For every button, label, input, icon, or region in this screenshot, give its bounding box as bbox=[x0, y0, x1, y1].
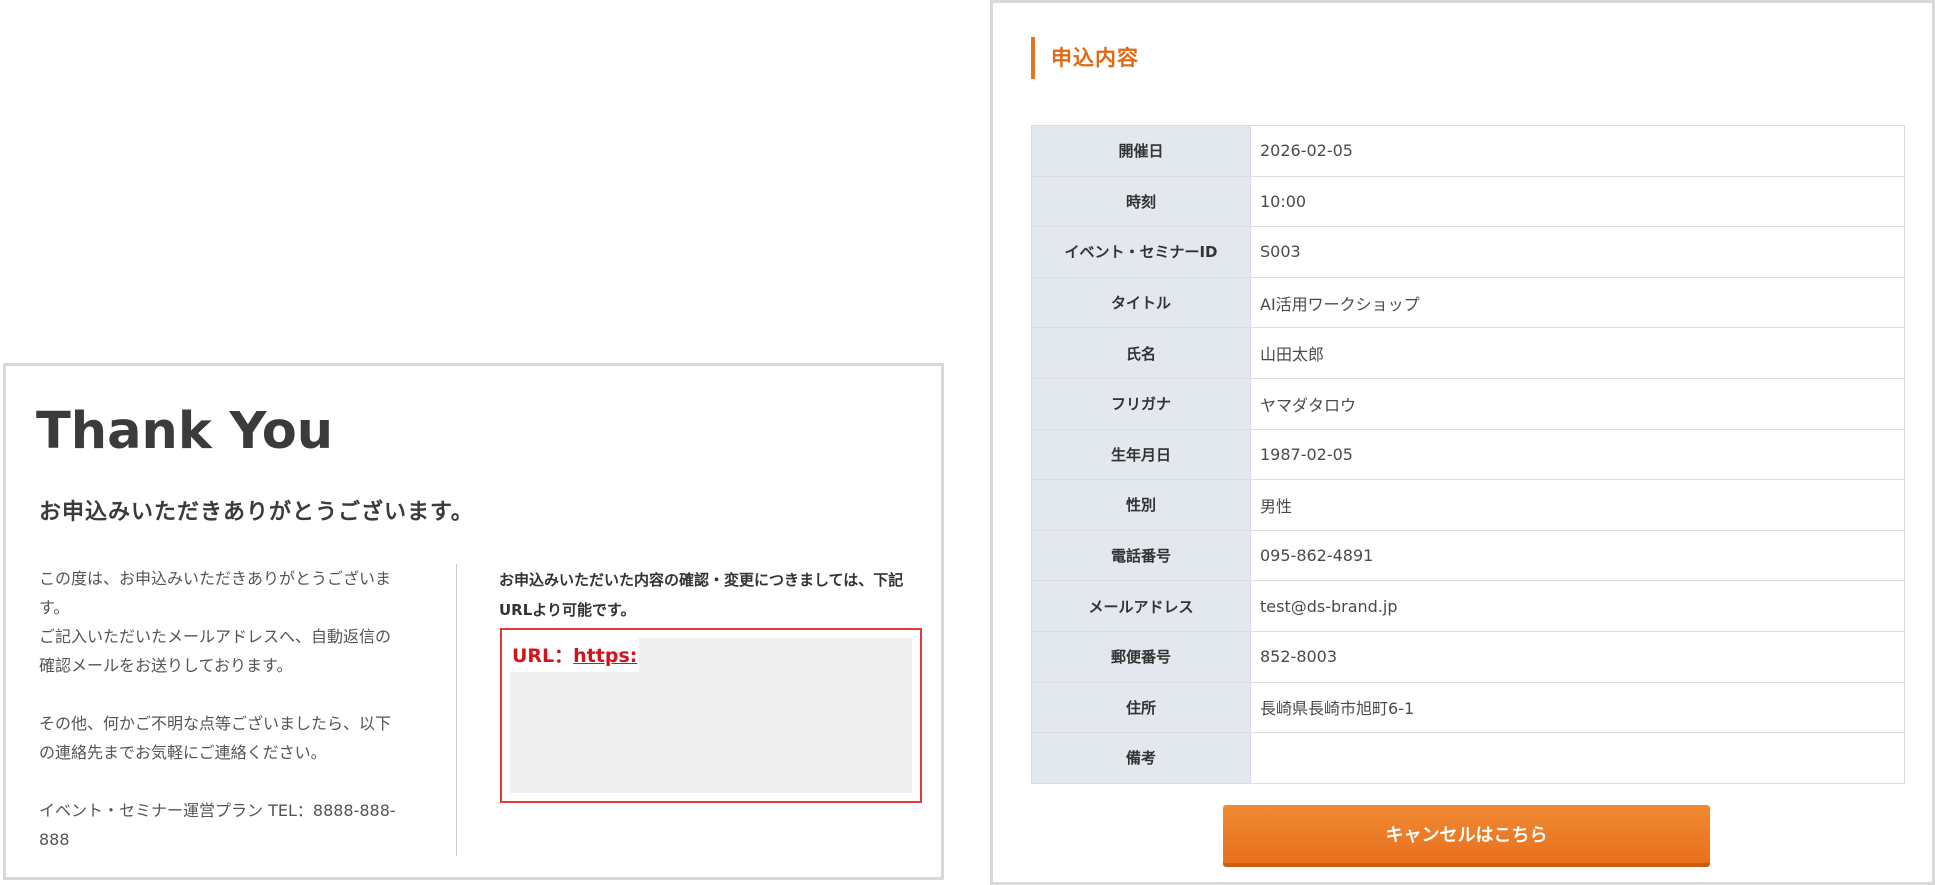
row-value: 852-8003 bbox=[1250, 630, 1905, 683]
thank-you-subtitle: お申込みいただきありがとうございます。 bbox=[39, 500, 474, 525]
row-value: AI活用ワークショップ bbox=[1250, 276, 1905, 329]
table-row: 生年月日 1987-02-05 bbox=[1031, 428, 1905, 481]
confirmation-note: お申込みいただいた内容の確認・変更につきましては、下記URLより可能です。 bbox=[499, 571, 904, 619]
row-label: 住所 bbox=[1031, 681, 1251, 734]
table-row: 氏名 山田太郎 bbox=[1031, 327, 1905, 379]
row-value: 095-862-4891 bbox=[1250, 529, 1905, 582]
row-value: S003 bbox=[1250, 226, 1905, 278]
application-table-body: 開催日 2026-02-05 時刻 10:00 イベント・セミナーID S003 タイトル A… bbox=[1031, 125, 1905, 784]
row-label: 開催日 bbox=[1031, 125, 1251, 177]
table-row: タイトル AI活用ワークショップ bbox=[1031, 276, 1905, 329]
row-value: 男性 bbox=[1250, 479, 1905, 531]
message-paragraph: その他、何かご不明な点等ございましたら、以下 の連絡先までお気軽にご連絡ください… bbox=[39, 714, 392, 762]
table-row: 電話番号 095-862-4891 bbox=[1031, 529, 1905, 582]
row-label: 時刻 bbox=[1031, 175, 1251, 228]
table-row: イベント・セミナーID S003 bbox=[1031, 226, 1905, 278]
table-row: 住所 長崎県長崎市旭町6-1 bbox=[1031, 681, 1905, 734]
table-row: 開催日 2026-02-05 bbox=[1031, 125, 1905, 177]
row-label: 郵便番号 bbox=[1031, 630, 1251, 683]
row-label: 生年月日 bbox=[1031, 428, 1251, 481]
row-label: フリガナ bbox=[1031, 377, 1251, 430]
row-value: test@ds-brand.jp bbox=[1250, 580, 1905, 632]
row-label: 電話番号 bbox=[1031, 529, 1251, 582]
contact-info: イベント・セミナー運営プラン TEL：8888-888- 888 bbox=[39, 801, 396, 849]
row-value: 2026-02-05 bbox=[1250, 125, 1905, 177]
row-value: 山田太郎 bbox=[1250, 327, 1905, 379]
cancel-button[interactable]: キャンセルはこちら bbox=[1223, 805, 1710, 863]
row-label: イベント・セミナーID bbox=[1031, 226, 1251, 278]
url-box: URL：https: bbox=[500, 628, 922, 803]
thank-you-panel: Thank You お申込みいただきありがとうございます。 この度は、お申込みい… bbox=[3, 363, 944, 880]
table-row: フリガナ ヤマダタロウ bbox=[1031, 377, 1905, 430]
row-value: ヤマダタロウ bbox=[1250, 377, 1905, 430]
row-value: 10:00 bbox=[1250, 175, 1905, 228]
url-area: URL：https: bbox=[510, 638, 912, 793]
row-label: 性別 bbox=[1031, 479, 1251, 531]
message-paragraph: この度は、お申込みいただきありがとうございま す。 ご記入いただいたメールアドレ… bbox=[39, 569, 392, 675]
row-label: 氏名 bbox=[1031, 327, 1251, 379]
row-label: メールアドレス bbox=[1031, 580, 1251, 632]
application-details-panel: 申込内容 開催日 2026-02-05 時刻 10:00 イベント・セミナーID S003… bbox=[990, 0, 1935, 885]
table-row: 備考 bbox=[1031, 732, 1905, 784]
url-label-wrap: URL：https: bbox=[510, 638, 640, 672]
application-table: 開催日 2026-02-05 時刻 10:00 イベント・セミナーID S003 タイトル A… bbox=[1031, 125, 1905, 784]
row-value: 長崎県長崎市旭町6-1 bbox=[1250, 681, 1905, 734]
thank-you-message: この度は、お申込みいただきありがとうございま す。 ご記入いただいたメールアドレ… bbox=[39, 564, 429, 883]
url-label: URL： bbox=[512, 645, 574, 667]
table-row: 性別 男性 bbox=[1031, 479, 1905, 531]
thank-you-title: Thank You bbox=[36, 402, 334, 461]
confirmation-url-link[interactable]: https: bbox=[573, 645, 637, 667]
table-row: 時刻 10:00 bbox=[1031, 175, 1905, 228]
table-row: 郵便番号 852-8003 bbox=[1031, 630, 1905, 683]
section-heading: 申込内容 bbox=[1031, 37, 1139, 79]
row-label: タイトル bbox=[1031, 276, 1251, 329]
table-row: メールアドレス test@ds-brand.jp bbox=[1031, 580, 1905, 632]
row-label: 備考 bbox=[1031, 732, 1251, 784]
row-value: 1987-02-05 bbox=[1250, 428, 1905, 481]
column-divider bbox=[456, 564, 457, 856]
row-value bbox=[1250, 732, 1905, 784]
